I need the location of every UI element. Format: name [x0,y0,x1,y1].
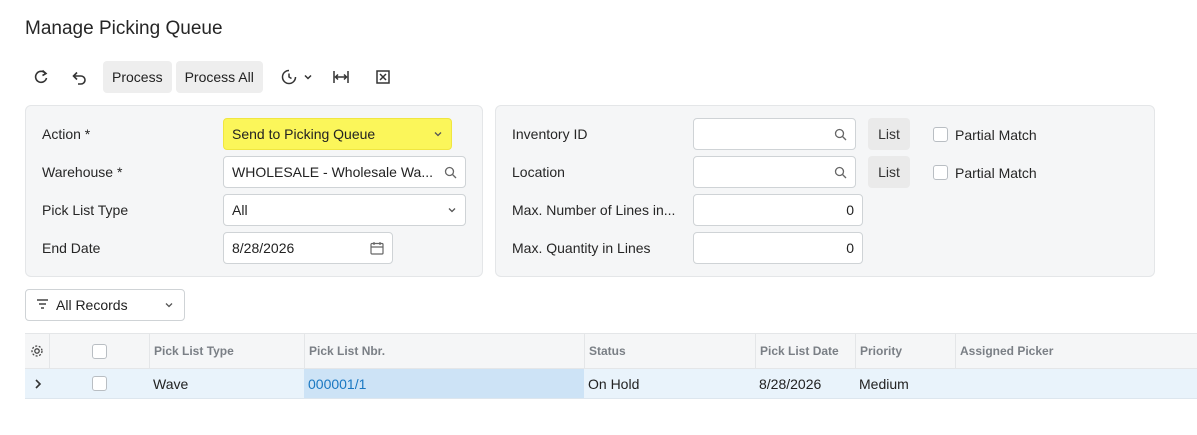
pick-list-type-value: All [232,202,248,218]
max-qty-field[interactable]: 0 [693,232,863,264]
cell-priority: Medium [859,375,909,392]
inventory-list-button[interactable]: List [868,118,910,150]
pick-list-type-select[interactable]: All [223,194,466,226]
max-lines-field[interactable]: 0 [693,194,863,226]
max-lines-value: 0 [846,202,854,218]
action-select[interactable]: Send to Picking Queue [223,118,452,150]
filter-icon [36,297,49,313]
calendar-icon[interactable] [370,241,384,255]
selection-panel-left: Action * Send to Picking Queue Warehouse… [25,105,483,277]
inventory-id-label: Inventory ID [512,126,588,142]
warehouse-label: Warehouse * [42,164,123,180]
excel-export-icon[interactable] [367,61,399,93]
warehouse-value: WHOLESALE - Wholesale Wa... [232,164,433,180]
row-select-cell [49,369,149,398]
schedule-dropdown[interactable] [277,61,317,93]
col-pick-list-type[interactable]: Pick List Type [149,334,304,368]
records-filter-select[interactable]: All Records [25,289,185,321]
max-qty-value: 0 [846,240,854,256]
process-all-button[interactable]: Process All [175,61,263,93]
end-date-value: 8/28/2026 [232,240,295,256]
warehouse-selector[interactable]: WHOLESALE - Wholesale Wa... [223,156,466,188]
action-label: Action * [42,126,91,142]
col-status[interactable]: Status [584,334,755,368]
pick-list-type-label: Pick List Type [42,202,129,218]
toolbar: Process Process All [25,61,399,93]
chevron-down-icon [304,74,312,80]
cell-pick-list-type: Wave [153,375,189,392]
gear-icon[interactable] [25,334,49,368]
schedule-icon [281,69,297,85]
process-button[interactable]: Process [103,61,172,93]
select-all-checkbox[interactable] [92,343,107,359]
col-priority[interactable]: Priority [855,334,955,368]
picking-grid: Pick List Type Pick List Nbr. Status Pic… [25,333,1197,399]
search-icon[interactable] [834,128,847,141]
col-pick-list-date[interactable]: Pick List Date [755,334,855,368]
search-icon[interactable] [834,166,847,179]
action-value: Send to Picking Queue [232,126,376,142]
cell-pick-list-nbr[interactable]: 000001/1 [304,369,584,398]
select-all-cell [49,334,149,368]
max-qty-label: Max. Quantity in Lines [512,240,651,256]
chevron-down-icon [433,129,443,139]
selection-panel-right: Inventory ID List Partial Match Location… [495,105,1155,277]
location-label: Location [512,164,565,180]
col-assigned-picker[interactable]: Assigned Picker [955,334,1197,368]
refresh-icon[interactable] [25,61,57,93]
search-icon[interactable] [444,166,457,179]
location-partial-match-label: Partial Match [955,165,1037,181]
page-title: Manage Picking Queue [25,18,223,39]
cell-pick-list-date: 8/28/2026 [759,375,822,392]
row-checkbox[interactable] [91,376,107,391]
inventory-partial-match-label: Partial Match [955,127,1037,143]
cell-assigned-picker [955,369,1197,398]
inventory-partial-match-checkbox[interactable] [933,127,948,142]
location-list-button[interactable]: List [868,156,910,188]
table-row[interactable]: Wave 000001/1 On Hold 8/28/2026 Medium [25,369,1197,399]
cell-status: On Hold [588,375,640,392]
filter-label: All Records [56,297,128,313]
fit-columns-icon[interactable] [325,61,357,93]
expand-row-icon[interactable] [29,369,49,398]
undo-icon[interactable] [63,61,95,93]
end-date-label: End Date [42,240,101,256]
location-partial-match-checkbox[interactable] [933,165,948,180]
location-field[interactable] [693,156,856,188]
end-date-field[interactable]: 8/28/2026 [223,232,393,264]
inventory-id-field[interactable] [693,118,856,150]
max-lines-label: Max. Number of Lines in... [512,202,676,218]
chevron-down-icon [447,205,457,215]
col-pick-list-nbr[interactable]: Pick List Nbr. [304,334,584,368]
pick-list-nbr-link[interactable]: 000001/1 [308,376,366,392]
chevron-down-icon [164,297,174,313]
grid-header: Pick List Type Pick List Nbr. Status Pic… [25,333,1197,369]
